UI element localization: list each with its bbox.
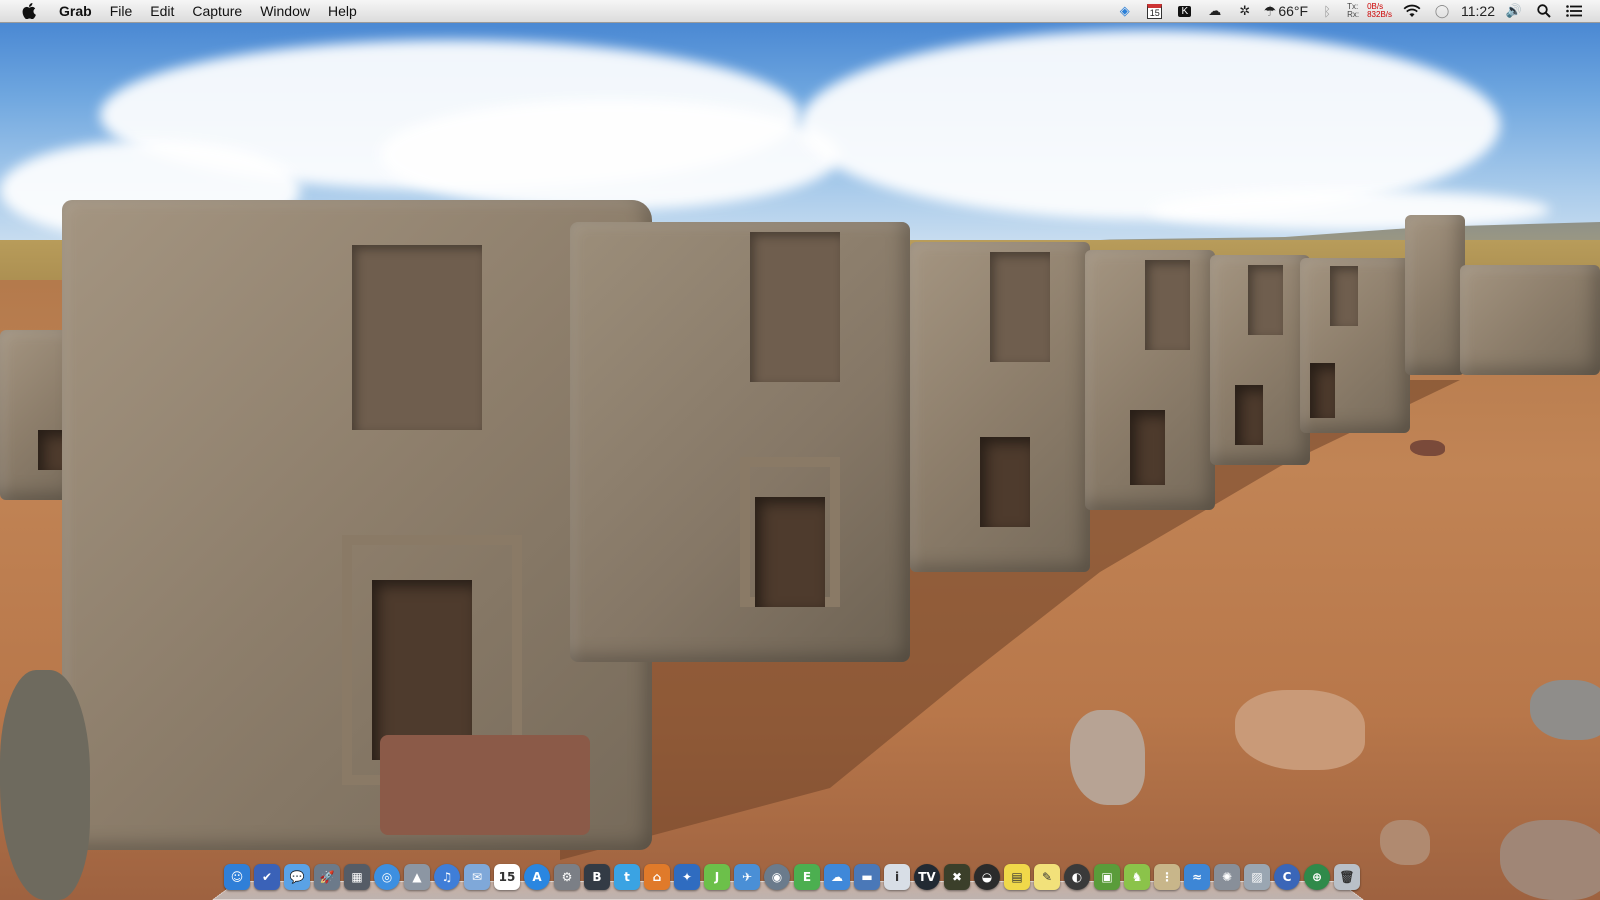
desktop-wallpaper [0,0,1600,900]
rock [1410,440,1445,456]
weather-status-item[interactable]: ☂ 66°F [1261,0,1311,22]
trash-icon[interactable]: 🗑 [1334,864,1360,890]
messages-icon[interactable]: 💬 [284,864,310,890]
menu-edit[interactable]: Edit [141,0,183,22]
calendar-icon[interactable]: 15 [494,864,520,890]
pics-icon[interactable]: ▨ [1244,864,1270,890]
menu-help[interactable]: Help [319,0,366,22]
app-menu-grab[interactable]: Grab [50,0,101,22]
menu-bar: Grab File Edit Capture Window Help ◈ 15 … [0,0,1600,23]
xcode-icon[interactable]: ✦ [674,864,700,890]
spotlight-search-icon[interactable] [1530,0,1558,22]
network-monitor[interactable]: Tx: Rx: 0B/s 832B/s [1343,3,1396,19]
stone-slab [380,735,590,835]
jaksta-icon[interactable]: J [704,864,730,890]
menu-capture[interactable]: Capture [183,0,251,22]
network-icon[interactable]: ◉ [764,864,790,890]
camera-icon[interactable]: ✖ [944,864,970,890]
clock[interactable]: 11:22 [1458,0,1498,22]
c-app-icon[interactable]: C [1274,864,1300,890]
safari-icon[interactable]: ◎ [374,864,400,890]
rock [1235,690,1365,770]
network-rx-value: 832B/s [1367,10,1392,19]
finder-icon[interactable]: ☺ [224,864,250,890]
stone-block [1405,215,1465,375]
notification-center-icon[interactable] [1560,0,1588,22]
chat-icon[interactable]: ◯ [1428,0,1456,22]
stickies-icon[interactable]: ▤ [1004,864,1030,890]
rock [1380,820,1430,865]
preferences-icon[interactable]: ▦ [344,864,370,890]
calendar-status-item[interactable]: 15 [1141,0,1169,22]
alfred-icon[interactable]: ◒ [974,864,1000,890]
stone-block-h [1300,258,1410,433]
cloud-app-icon[interactable]: ☁ [824,864,850,890]
rock [1070,710,1145,805]
tweetbot-icon[interactable]: ✈ [734,864,760,890]
twitter-icon[interactable]: t [614,864,640,890]
disk-icon[interactable]: ▬ [854,864,880,890]
dock-icons: ☺ ✔ 💬 🚀 ▦ ◎ ▲ ♫ ✉ 15 A ⚙ Bt ⌂ ✦ J ✈ ◉ E ☁ ▬ i TV ✖ ◒ ▤ ✎ ◐ ▣ ♞ ⋮ ≈ ✺ ▨ C ⊕ 🗑 [224,864,1360,890]
rock [0,670,90,900]
apple-icon [22,3,36,19]
dropbox-icon[interactable]: ◈ [1111,0,1139,22]
system-prefs-icon[interactable]: ⚙ [554,864,580,890]
bluetooth-icon[interactable]: ᛒ [1313,0,1341,22]
home-icon[interactable]: ⌂ [644,864,670,890]
network-rx-label: Rx: [1347,10,1360,19]
tv-icon[interactable]: TV [914,864,940,890]
dock: ☺ ✔ 💬 🚀 ▦ ◎ ▲ ♫ ✉ 15 A ⚙ Bt ⌂ ✦ J ✈ ◉ E ☁ ▬ i TV ✖ ◒ ▤ ✎ ◐ ▣ ♞ ⋮ ≈ ✺ ▨ C ⊕ 🗑 [212,862,1364,900]
apple-menu[interactable] [18,3,40,19]
bbedit-icon[interactable]: B [584,864,610,890]
calendar-icon: 15 [1147,3,1163,19]
wallpaper-cloud [1150,190,1550,230]
airport-icon[interactable]: ≈ [1184,864,1210,890]
stone-block-h [1085,250,1215,510]
itunes-icon[interactable]: ♫ [434,864,460,890]
omnifocus-icon[interactable]: ✔ [254,864,280,890]
stone-block-h [570,222,910,662]
rock [1500,820,1600,900]
wallpaper-cloud [380,100,840,210]
stone-block-h [910,242,1090,572]
kindle-icon[interactable]: K [1171,0,1199,22]
globe-icon[interactable]: ⊕ [1304,864,1330,890]
volume-icon[interactable]: 🔊 [1500,0,1528,22]
textedit-icon[interactable]: i [884,864,910,890]
satellite-icon[interactable]: ✲ [1231,0,1259,22]
wifi-icon[interactable] [1398,0,1426,22]
stone-block-h [1210,255,1310,465]
evernote-icon[interactable]: E [794,864,820,890]
color-icon[interactable]: ◐ [1064,864,1090,890]
weather-icon: ☂ [1263,2,1277,19]
photo-icon[interactable]: ▣ [1094,864,1120,890]
menu-window[interactable]: Window [251,0,319,22]
mail-icon[interactable]: ✉ [464,864,490,890]
stone-block [1460,265,1600,375]
menu-file[interactable]: File [101,0,142,22]
weather-temp: 66°F [1278,3,1309,19]
notes-icon[interactable]: ✎ [1034,864,1060,890]
cloud-icon[interactable]: ☁ [1201,0,1229,22]
app-store-icon[interactable]: A [524,864,550,890]
burst-icon[interactable]: ✺ [1214,864,1240,890]
status-area: ◈ 15 K ☁ ✲ ☂ 66°F ᛒ Tx: Rx: 0B/s 832B/s [1111,0,1600,22]
launchpad-icon[interactable]: 🚀 [314,864,340,890]
preview-icon[interactable]: ▲ [404,864,430,890]
android-icon[interactable]: ♞ [1124,864,1150,890]
rock [1530,680,1600,740]
abacus-icon[interactable]: ⋮ [1154,864,1180,890]
